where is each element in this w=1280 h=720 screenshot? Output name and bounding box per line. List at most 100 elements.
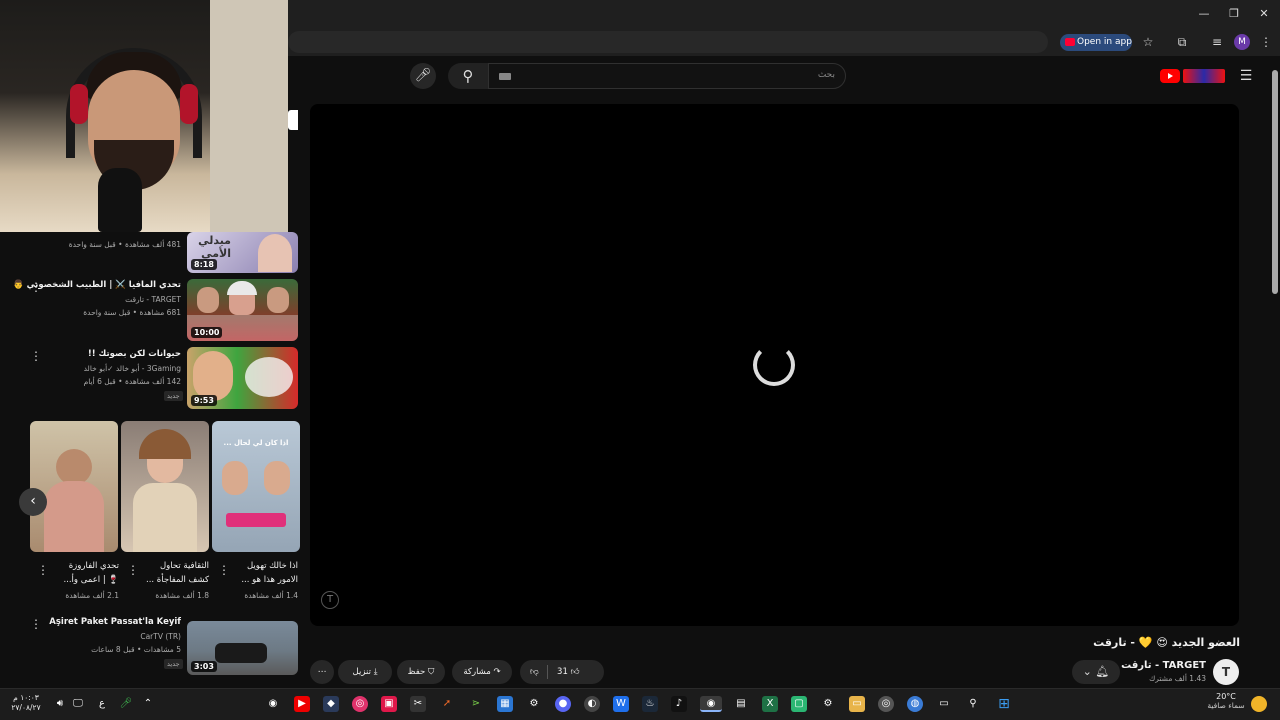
profile-avatar[interactable]: M — [1234, 34, 1250, 50]
video-thumbnail[interactable]: ميدلي الأمي 8:18 — [187, 232, 298, 273]
address-bar[interactable] — [288, 31, 1048, 53]
youtube-app-icon[interactable]: ▶ — [294, 696, 310, 712]
short-title[interactable]: كشف المفاجأة ... — [137, 573, 209, 587]
channel-watermark[interactable]: T — [321, 591, 339, 609]
app-icon-green[interactable]: ▢ — [791, 696, 807, 712]
steam-icon[interactable]: ♨ — [642, 696, 658, 712]
excel-icon[interactable]: X — [762, 696, 778, 712]
more-actions-icon[interactable]: ⋯ — [310, 660, 334, 684]
open-in-app-button[interactable]: Open in app — [1060, 34, 1132, 51]
thumbnail-person — [133, 483, 197, 552]
video-title[interactable]: تحدي المافيا ⚔️ | الطبيب الشخصوني 👨 — [13, 280, 181, 290]
close-icon[interactable]: ✕ — [1256, 6, 1272, 22]
speaker-icon[interactable]: 🔊︎ — [52, 696, 68, 712]
webcam-overlay — [0, 0, 288, 232]
youtube-logo-icon[interactable] — [1160, 69, 1180, 83]
task-view-icon[interactable]: ▭ — [936, 696, 952, 712]
more-options-icon[interactable]: ⋮ — [30, 348, 42, 364]
edge-icon[interactable]: ◍ — [907, 696, 923, 712]
short-title[interactable]: تحدي الفاروزة — [47, 559, 119, 573]
bookmark-star-icon[interactable]: ☆ — [1140, 34, 1156, 50]
short-title[interactable]: الثقافية تحاول — [137, 559, 209, 573]
more-options-icon[interactable]: ⋮ — [37, 562, 49, 578]
extensions-icon[interactable]: ⧉ — [1174, 34, 1190, 50]
channel-brand-logo[interactable] — [1183, 69, 1225, 83]
more-options-icon[interactable]: ⋮ — [218, 562, 230, 578]
channel-avatar[interactable]: T — [1213, 659, 1239, 685]
short-title[interactable]: الامور هذا هو ... — [228, 573, 298, 587]
reading-list-icon[interactable]: ≡ — [1209, 34, 1225, 50]
menu-icon[interactable]: ☰ — [1238, 68, 1254, 84]
app-icon-red[interactable]: ▣ — [381, 696, 397, 712]
android-studio-icon[interactable]: ⋗ — [468, 696, 484, 712]
divider — [547, 664, 549, 679]
thumbnail-caption — [226, 513, 286, 527]
browser-menu-icon[interactable]: ⋮ — [1258, 34, 1274, 50]
share-button[interactable]: مشاركة ↷ — [452, 660, 512, 684]
shorts-previous-button[interactable]: ‹ — [19, 488, 47, 516]
weather-moon-icon — [1251, 696, 1267, 712]
save-button[interactable]: حفظ ⛉ — [397, 660, 445, 684]
video-channel[interactable]: TARGET - تارقت — [45, 295, 181, 304]
calculator-icon[interactable]: ▤ — [733, 696, 749, 712]
video-title-main: العضو الجديد 😍 💛 - تارقت — [1093, 636, 1240, 649]
dislike-icon[interactable]: 👎︎ — [530, 667, 539, 677]
video-title[interactable]: حيوانات لكن بصوتك !! — [45, 349, 181, 359]
thumbnail-person — [227, 281, 257, 295]
share-icon: ↷ — [493, 667, 501, 677]
settings-icon[interactable]: ⚙ — [820, 696, 836, 712]
thumbnail-person — [267, 287, 289, 313]
thumbnail-person — [264, 461, 290, 495]
search-icon[interactable]: ⚲ — [448, 63, 488, 89]
tray-chevron-icon[interactable]: ⌃ — [140, 696, 156, 712]
scrollbar-thumb[interactable] — [1272, 70, 1278, 294]
app-icon-pink[interactable]: ◎ — [352, 696, 368, 712]
share-label: مشاركة — [463, 667, 491, 677]
discord-icon[interactable]: ● — [555, 696, 571, 712]
video-thumbnail[interactable]: 3:03 — [187, 621, 298, 675]
word-icon[interactable]: W — [613, 696, 629, 712]
like-count[interactable]: 31 — [557, 667, 568, 677]
video-title[interactable]: Aşiret Paket Passat'la Keyif — [45, 617, 181, 627]
settings-gear-icon[interactable]: ⚙ — [526, 696, 542, 712]
short-title[interactable]: اذا خالك تهويل — [228, 559, 298, 573]
capcut-icon[interactable]: ✂ — [410, 696, 426, 712]
short-thumbnail[interactable]: اذا كان لي لحال ... — [212, 421, 300, 552]
search-placeholder: بحث — [817, 70, 835, 80]
download-button[interactable]: تنزيل ⤓ — [338, 660, 392, 684]
short-title[interactable]: 🍷 | اعمى وأ... — [47, 573, 119, 587]
more-options-icon[interactable]: ⋮ — [30, 616, 42, 632]
like-icon[interactable]: 👍︎ — [571, 667, 580, 677]
app-icon-circle[interactable]: ◐ — [584, 696, 600, 712]
mic-icon[interactable]: 🎤︎ — [410, 63, 436, 89]
search-input[interactable]: بحث — [488, 63, 846, 89]
obs-icon[interactable]: ◉ — [265, 696, 281, 712]
rocket-icon[interactable]: ➚ — [439, 696, 455, 712]
davinci-icon[interactable]: ◆ — [323, 696, 339, 712]
windows-start-icon[interactable]: ⊞ — [996, 696, 1012, 712]
photos-icon[interactable]: ▦ — [497, 696, 513, 712]
tiktok-icon[interactable]: ♪ — [671, 696, 687, 712]
language-indicator[interactable]: ع — [94, 696, 110, 712]
windows-taskbar — [0, 688, 1280, 720]
mic-tray-icon[interactable]: 🎤︎ — [118, 696, 134, 712]
video-channel[interactable]: CarTV (TR) — [45, 632, 181, 641]
restore-icon[interactable]: ❐ — [1226, 6, 1242, 22]
weather-widget[interactable]: 20°C سماء صافية — [1200, 692, 1252, 710]
video-thumbnail[interactable]: 10:00 — [187, 279, 298, 341]
more-options-icon[interactable]: ⋮ — [127, 562, 139, 578]
keyboard-icon[interactable] — [499, 73, 511, 80]
short-thumbnail[interactable] — [121, 421, 209, 552]
video-channel[interactable]: 3Gaming - أبو خالد ✓أبو خالد — [45, 364, 181, 373]
taskbar-clock[interactable]: ١٠:٠٣ م ٢٧/٠٨/٢٧ — [6, 693, 46, 713]
taskbar-search-icon[interactable]: ⚲ — [965, 696, 981, 712]
minimize-icon[interactable]: — — [1196, 6, 1212, 22]
short-thumbnail[interactable] — [30, 421, 118, 552]
video-duration: 8:18 — [191, 259, 217, 270]
chrome-icon[interactable]: ◉ — [700, 696, 722, 712]
subscription-bell-button[interactable]: ⌄ 🔔︎ — [1072, 660, 1120, 684]
app-icon-ring[interactable]: ◎ — [878, 696, 894, 712]
file-explorer-icon[interactable]: ▭ — [849, 696, 865, 712]
video-thumbnail[interactable]: 9:53 — [187, 347, 298, 409]
network-icon[interactable]: 🖵 — [70, 696, 86, 712]
